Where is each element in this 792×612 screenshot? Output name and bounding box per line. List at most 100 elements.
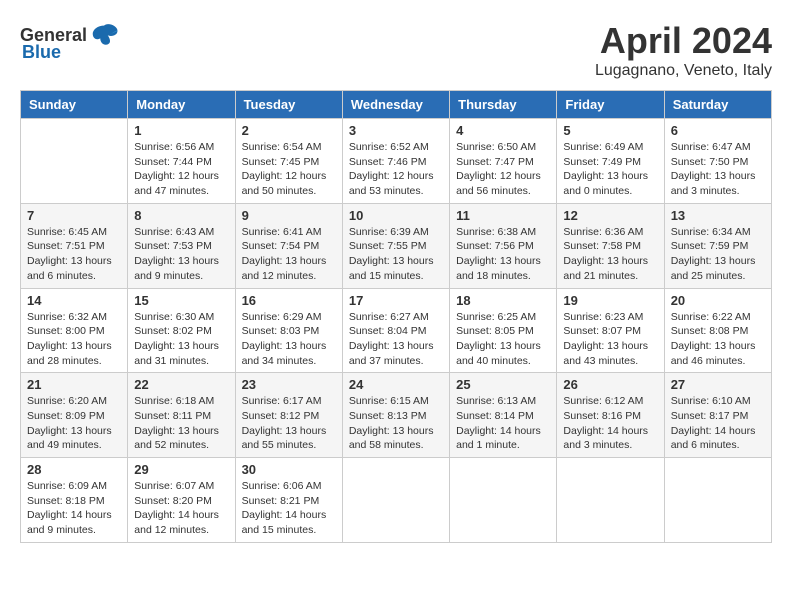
day-info: Sunrise: 6:49 AM Sunset: 7:49 PM Dayligh…	[563, 140, 657, 199]
calendar-day-cell: 16 Sunrise: 6:29 AM Sunset: 8:03 PM Dayli…	[235, 288, 342, 373]
day-info: Sunrise: 6:30 AM Sunset: 8:02 PM Dayligh…	[134, 310, 228, 369]
calendar-header-monday: Monday	[128, 91, 235, 119]
day-number: 21	[27, 377, 121, 392]
day-number: 15	[134, 293, 228, 308]
day-info: Sunrise: 6:56 AM Sunset: 7:44 PM Dayligh…	[134, 140, 228, 199]
day-info: Sunrise: 6:07 AM Sunset: 8:20 PM Dayligh…	[134, 479, 228, 538]
location-subtitle: Lugagnano, Veneto, Italy	[595, 62, 772, 80]
calendar-day-cell: 5 Sunrise: 6:49 AM Sunset: 7:49 PM Daylig…	[557, 119, 664, 204]
day-number: 11	[456, 208, 550, 223]
day-info: Sunrise: 6:18 AM Sunset: 8:11 PM Dayligh…	[134, 394, 228, 453]
day-number: 4	[456, 123, 550, 138]
day-info: Sunrise: 6:09 AM Sunset: 8:18 PM Dayligh…	[27, 479, 121, 538]
day-info: Sunrise: 6:39 AM Sunset: 7:55 PM Dayligh…	[349, 225, 443, 284]
calendar-day-cell: 19Sunrise: 6:23 AM Sunset: 8:07 PM Dayli…	[557, 288, 664, 373]
day-number: 29	[134, 462, 228, 477]
day-info: Sunrise: 6:54 AM Sunset: 7:45 PM Dayligh…	[242, 140, 336, 199]
logo: General Blue	[20, 20, 119, 63]
calendar-week-row: 21 Sunrise: 6:20 AM Sunset: 8:09 PM Dayli…	[21, 373, 772, 458]
day-number: 10	[349, 208, 443, 223]
day-number: 20	[671, 293, 765, 308]
day-info: Sunrise: 6:50 AM Sunset: 7:47 PM Dayligh…	[456, 140, 550, 199]
day-number: 5	[563, 123, 657, 138]
calendar-table: SundayMondayTuesdayWednesdayThursdayFrid…	[20, 90, 772, 543]
day-info: Sunrise: 6:47 AM Sunset: 7:50 PM Dayligh…	[671, 140, 765, 199]
day-number: 8	[134, 208, 228, 223]
day-info: Sunrise: 6:15 AM Sunset: 8:13 PM Dayligh…	[349, 394, 443, 453]
calendar-header-tuesday: Tuesday	[235, 91, 342, 119]
logo-bird-icon	[89, 20, 119, 50]
calendar-header-saturday: Saturday	[664, 91, 771, 119]
calendar-day-cell: 23Sunrise: 6:17 AM Sunset: 8:12 PM Dayli…	[235, 373, 342, 458]
day-info: Sunrise: 6:20 AM Sunset: 8:09 PM Dayligh…	[27, 394, 121, 453]
calendar-header-wednesday: Wednesday	[342, 91, 449, 119]
calendar-day-cell	[342, 458, 449, 543]
calendar-day-cell	[450, 458, 557, 543]
calendar-day-cell: 22Sunrise: 6:18 AM Sunset: 8:11 PM Dayli…	[128, 373, 235, 458]
calendar-day-cell: 11 Sunrise: 6:38 AM Sunset: 7:56 PM Dayli…	[450, 203, 557, 288]
day-info: Sunrise: 6:38 AM Sunset: 7:56 PM Dayligh…	[456, 225, 550, 284]
day-info: Sunrise: 6:36 AM Sunset: 7:58 PM Dayligh…	[563, 225, 657, 284]
calendar-day-cell	[557, 458, 664, 543]
calendar-day-cell: 2Sunrise: 6:54 AM Sunset: 7:45 PM Daylig…	[235, 119, 342, 204]
calendar-day-cell: 1 Sunrise: 6:56 AM Sunset: 7:44 PM Daylig…	[128, 119, 235, 204]
calendar-header-sunday: Sunday	[21, 91, 128, 119]
day-number: 7	[27, 208, 121, 223]
day-number: 25	[456, 377, 550, 392]
day-info: Sunrise: 6:34 AM Sunset: 7:59 PM Dayligh…	[671, 225, 765, 284]
calendar-day-cell: 26Sunrise: 6:12 AM Sunset: 8:16 PM Dayli…	[557, 373, 664, 458]
calendar-week-row: 7 Sunrise: 6:45 AM Sunset: 7:51 PM Daylig…	[21, 203, 772, 288]
day-info: Sunrise: 6:12 AM Sunset: 8:16 PM Dayligh…	[563, 394, 657, 453]
calendar-day-cell: 7 Sunrise: 6:45 AM Sunset: 7:51 PM Daylig…	[21, 203, 128, 288]
calendar-day-cell: 9 Sunrise: 6:41 AM Sunset: 7:54 PM Daylig…	[235, 203, 342, 288]
calendar-day-cell: 13 Sunrise: 6:34 AM Sunset: 7:59 PM Dayli…	[664, 203, 771, 288]
calendar-day-cell: 24 Sunrise: 6:15 AM Sunset: 8:13 PM Dayli…	[342, 373, 449, 458]
calendar-day-cell: 27 Sunrise: 6:10 AM Sunset: 8:17 PM Dayli…	[664, 373, 771, 458]
day-number: 24	[349, 377, 443, 392]
day-info: Sunrise: 6:10 AM Sunset: 8:17 PM Dayligh…	[671, 394, 765, 453]
day-number: 18	[456, 293, 550, 308]
day-number: 6	[671, 123, 765, 138]
day-number: 1	[134, 123, 228, 138]
calendar-header-row: SundayMondayTuesdayWednesdayThursdayFrid…	[21, 91, 772, 119]
day-number: 12	[563, 208, 657, 223]
calendar-day-cell: 10 Sunrise: 6:39 AM Sunset: 7:55 PM Dayli…	[342, 203, 449, 288]
page-header: General Blue April 2024 Lugagnano, Venet…	[20, 20, 772, 80]
calendar-header-thursday: Thursday	[450, 91, 557, 119]
calendar-day-cell: 14Sunrise: 6:32 AM Sunset: 8:00 PM Dayli…	[21, 288, 128, 373]
day-number: 27	[671, 377, 765, 392]
day-info: Sunrise: 6:17 AM Sunset: 8:12 PM Dayligh…	[242, 394, 336, 453]
day-info: Sunrise: 6:25 AM Sunset: 8:05 PM Dayligh…	[456, 310, 550, 369]
day-info: Sunrise: 6:13 AM Sunset: 8:14 PM Dayligh…	[456, 394, 550, 453]
calendar-day-cell: 20 Sunrise: 6:22 AM Sunset: 8:08 PM Dayli…	[664, 288, 771, 373]
calendar-day-cell: 17Sunrise: 6:27 AM Sunset: 8:04 PM Dayli…	[342, 288, 449, 373]
calendar-day-cell: 25 Sunrise: 6:13 AM Sunset: 8:14 PM Dayli…	[450, 373, 557, 458]
day-info: Sunrise: 6:23 AM Sunset: 8:07 PM Dayligh…	[563, 310, 657, 369]
calendar-day-cell: 18 Sunrise: 6:25 AM Sunset: 8:05 PM Dayli…	[450, 288, 557, 373]
calendar-day-cell: 8Sunrise: 6:43 AM Sunset: 7:53 PM Daylig…	[128, 203, 235, 288]
calendar-day-cell	[21, 119, 128, 204]
day-number: 16	[242, 293, 336, 308]
day-number: 9	[242, 208, 336, 223]
calendar-day-cell	[664, 458, 771, 543]
calendar-day-cell: 30Sunrise: 6:06 AM Sunset: 8:21 PM Dayli…	[235, 458, 342, 543]
calendar-day-cell: 29 Sunrise: 6:07 AM Sunset: 8:20 PM Dayli…	[128, 458, 235, 543]
title-area: April 2024 Lugagnano, Veneto, Italy	[595, 20, 772, 80]
day-info: Sunrise: 6:29 AM Sunset: 8:03 PM Dayligh…	[242, 310, 336, 369]
calendar-day-cell: 6 Sunrise: 6:47 AM Sunset: 7:50 PM Daylig…	[664, 119, 771, 204]
day-info: Sunrise: 6:22 AM Sunset: 8:08 PM Dayligh…	[671, 310, 765, 369]
day-number: 28	[27, 462, 121, 477]
calendar-day-cell: 15 Sunrise: 6:30 AM Sunset: 8:02 PM Dayli…	[128, 288, 235, 373]
day-number: 14	[27, 293, 121, 308]
day-info: Sunrise: 6:45 AM Sunset: 7:51 PM Dayligh…	[27, 225, 121, 284]
calendar-week-row: 28 Sunrise: 6:09 AM Sunset: 8:18 PM Dayli…	[21, 458, 772, 543]
calendar-day-cell: 4 Sunrise: 6:50 AM Sunset: 7:47 PM Daylig…	[450, 119, 557, 204]
calendar-header-friday: Friday	[557, 91, 664, 119]
calendar-day-cell: 21 Sunrise: 6:20 AM Sunset: 8:09 PM Dayli…	[21, 373, 128, 458]
calendar-week-row: 1 Sunrise: 6:56 AM Sunset: 7:44 PM Daylig…	[21, 119, 772, 204]
day-info: Sunrise: 6:27 AM Sunset: 8:04 PM Dayligh…	[349, 310, 443, 369]
calendar-day-cell: 3Sunrise: 6:52 AM Sunset: 7:46 PM Daylig…	[342, 119, 449, 204]
calendar-day-cell: 28 Sunrise: 6:09 AM Sunset: 8:18 PM Dayli…	[21, 458, 128, 543]
day-info: Sunrise: 6:41 AM Sunset: 7:54 PM Dayligh…	[242, 225, 336, 284]
day-number: 13	[671, 208, 765, 223]
